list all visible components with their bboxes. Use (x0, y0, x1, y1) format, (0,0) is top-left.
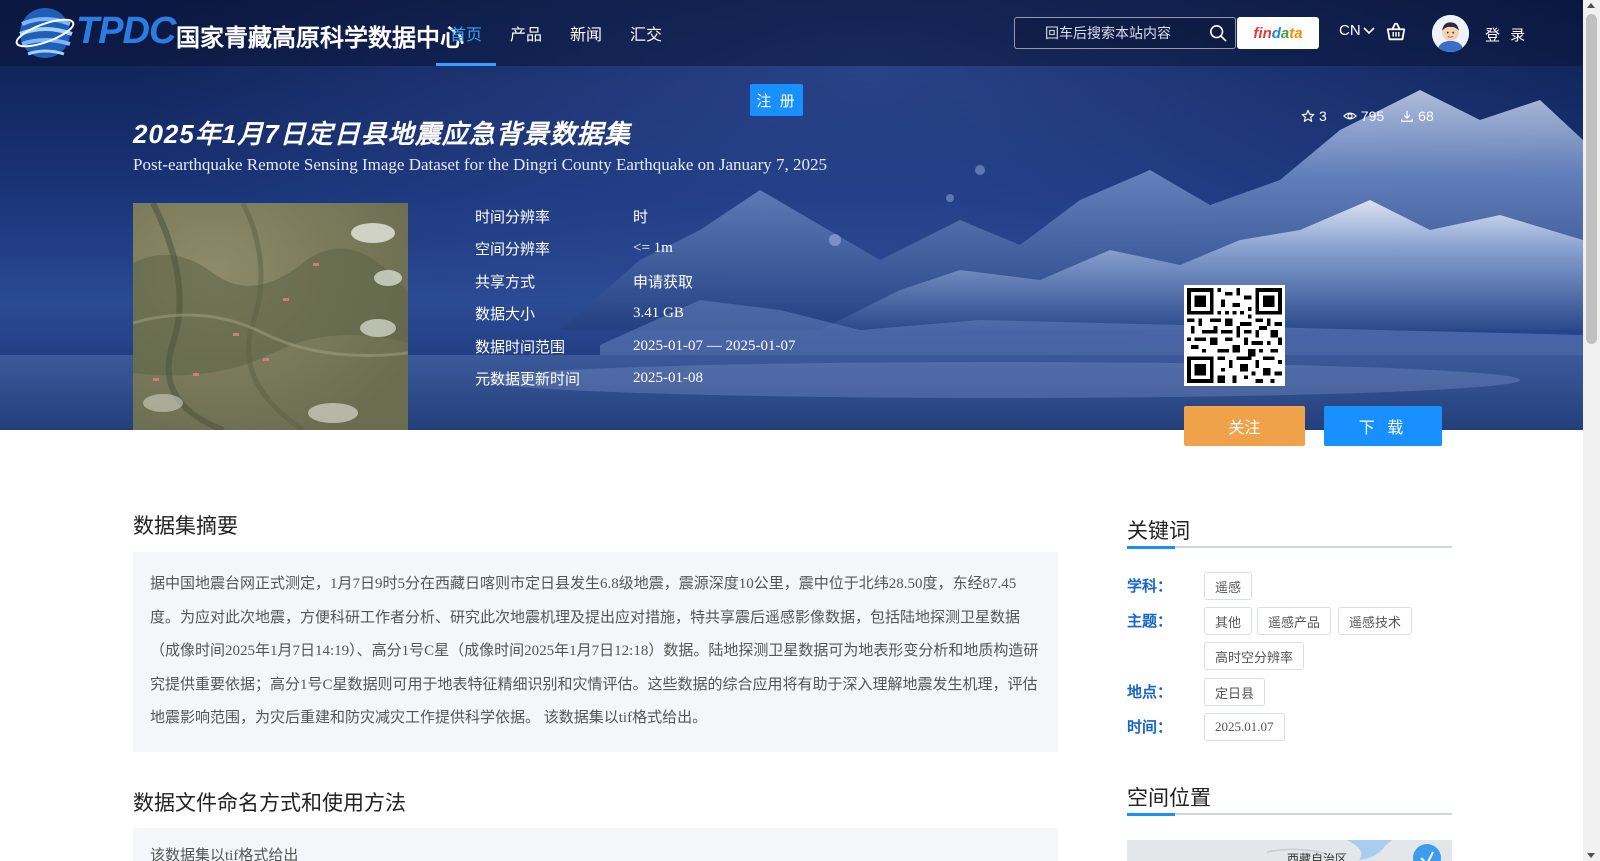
meta-value: 2025-01-07 — 2025-01-07 (633, 337, 796, 354)
place-label: 地点： (1127, 684, 1173, 701)
time-label: 时间： (1127, 719, 1173, 736)
meta-row: 数据时间范围 2025-01-07 — 2025-01-07 (475, 330, 795, 363)
user-avatar[interactable] (1432, 15, 1469, 52)
dataset-title-en: Post-earthquake Remote Sensing Image Dat… (133, 155, 827, 174)
theme-label: 主题： (1127, 613, 1173, 630)
nav-products[interactable]: 产品 (496, 0, 556, 66)
meta-row: 元数据更新时间 2025-01-08 (475, 363, 795, 396)
meta-label: 空间分辨率 (475, 241, 551, 259)
findata-part-4: ta (1289, 24, 1303, 42)
keyword-tag[interactable]: 遥感产品 (1257, 607, 1332, 635)
meta-row: 共享方式 申请获取 (475, 265, 795, 298)
download-button[interactable]: 下 载 (1324, 406, 1442, 446)
download-count: 68 (1400, 108, 1434, 124)
meta-label: 时间分辨率 (475, 208, 551, 226)
follow-button[interactable]: 关注 (1184, 406, 1305, 446)
nav-submit[interactable]: 汇交 (616, 0, 676, 66)
site-logo[interactable]: TPDC 国家青藏高原科学数据中心 (14, 2, 464, 64)
qr-code (1184, 285, 1285, 386)
top-navigation: TPDC 国家青藏高原科学数据中心 首页 产品 新闻 汇交 findata CN (0, 0, 1583, 66)
chevron-down-icon (1363, 26, 1375, 34)
location-divider (1127, 812, 1452, 816)
scroll-up-arrow-icon[interactable] (1587, 3, 1595, 8)
avatar-icon (1432, 15, 1469, 52)
dataset-metadata: 时间分辨率 时 空间分辨率 <= 1m 共享方式 申请获取 数据大小 3.41 … (475, 200, 795, 395)
site-name: 国家青藏高原科学数据中心 (176, 25, 464, 52)
keyword-tag[interactable]: 遥感技术 (1338, 607, 1413, 635)
keyword-tag[interactable]: 定日县 (1204, 678, 1266, 706)
view-count-value: 795 (1360, 108, 1385, 124)
keyword-tag[interactable]: 高时空分辨率 (1204, 642, 1305, 670)
download-count-value: 68 (1418, 108, 1434, 124)
dataset-stats: 3 795 68 (1301, 108, 1434, 124)
meta-value: <= 1m (633, 240, 673, 257)
dataset-title-cn: 2025年1月7日定日县地震应急背景数据集 (133, 119, 631, 149)
search-box (1014, 17, 1236, 49)
meta-label: 数据大小 (475, 306, 536, 324)
meta-value: 申请获取 (633, 274, 694, 291)
findata-button[interactable]: fin d a ta (1237, 17, 1319, 49)
meta-row: 数据大小 3.41 GB (475, 298, 795, 331)
scroll-thumb[interactable] (1586, 14, 1597, 344)
scroll-down-arrow-icon[interactable] (1587, 853, 1595, 858)
findata-part-3: a (1280, 24, 1290, 42)
download-icon (1401, 110, 1413, 122)
findata-part-2: d (1271, 24, 1281, 42)
map-region-label: 西藏自治区 (1287, 852, 1348, 861)
abstract-title: 数据集摘要 (133, 515, 238, 538)
keyword-tag[interactable]: 其他 (1204, 607, 1253, 635)
main-menu: 首页 产品 新闻 汇交 (436, 0, 676, 66)
register-button[interactable]: 注 册 (750, 84, 803, 116)
subject-label: 学科： (1127, 578, 1173, 595)
dataset-thumbnail[interactable] (133, 203, 408, 430)
location-map[interactable]: 西藏自治区 (1127, 840, 1452, 861)
naming-title: 数据文件命名方式和使用方法 (133, 792, 406, 815)
keywords-title: 关键词 (1127, 520, 1190, 543)
search-input[interactable] (1015, 18, 1205, 48)
nav-home[interactable]: 首页 (436, 0, 497, 66)
keywords-divider (1127, 545, 1452, 549)
satellite-image (133, 203, 408, 430)
cart-basket-icon[interactable] (1385, 21, 1407, 43)
star-count[interactable]: 3 (1301, 108, 1327, 124)
nav-news[interactable]: 新闻 (556, 0, 616, 66)
meta-value: 时 (633, 209, 649, 226)
keyword-tag[interactable]: 遥感 (1204, 572, 1253, 600)
language-label: CN (1339, 22, 1361, 39)
abstract-text: 据中国地震台网正式测定，1月7日9时5分在西藏日喀则市定日县发生6.8级地震，震… (133, 552, 1058, 752)
language-switch[interactable]: CN (1339, 22, 1375, 39)
eye-icon (1342, 112, 1357, 120)
findata-part-1: fin (1253, 24, 1272, 42)
meta-label: 元数据更新时间 (475, 371, 581, 389)
star-icon (1301, 109, 1315, 122)
globe-logo-icon (15, 8, 75, 58)
meta-value: 3.41 GB (633, 305, 684, 322)
location-title: 空间位置 (1127, 787, 1211, 810)
meta-value: 2025-01-08 (633, 370, 703, 387)
page-scrollbar[interactable] (1583, 0, 1600, 861)
view-count: 795 (1342, 108, 1385, 124)
keyword-tag[interactable]: 2025.01.07 (1204, 713, 1285, 741)
meta-row: 空间分辨率 <= 1m (475, 233, 795, 266)
meta-label: 共享方式 (475, 273, 536, 291)
search-icon[interactable] (1209, 24, 1227, 42)
logo-tpdc-text: TPDC (76, 10, 176, 52)
star-count-value: 3 (1319, 108, 1327, 124)
meta-label: 数据时间范围 (475, 338, 566, 356)
login-link[interactable]: 登 录 (1485, 24, 1528, 45)
meta-row: 时间分辨率 时 (475, 200, 795, 233)
naming-text: 该数据集以tif格式给出 (133, 828, 1058, 861)
qr-code-image (1187, 288, 1282, 383)
